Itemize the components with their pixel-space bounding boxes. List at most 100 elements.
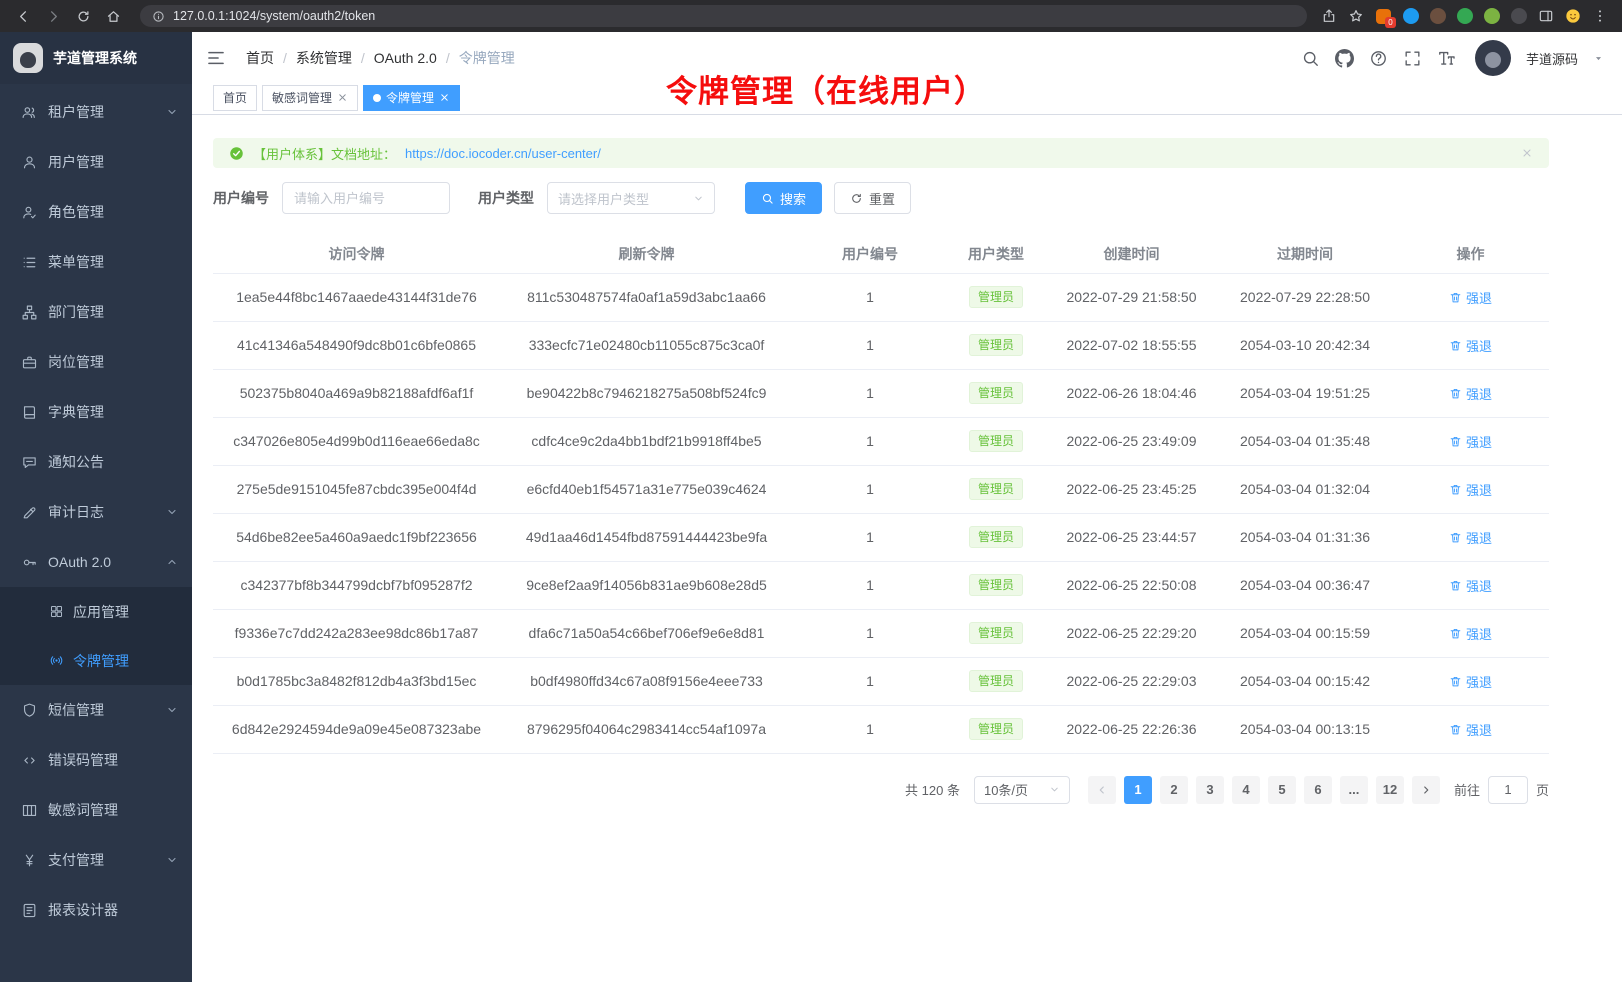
breadcrumb-item[interactable]: 首页 [246, 48, 274, 68]
pager-page-1[interactable]: 1 [1124, 776, 1152, 804]
org-tree-icon [21, 304, 38, 321]
user-id-value: 1 [866, 673, 874, 689]
trash-icon [1449, 627, 1462, 640]
force-logout-button[interactable]: 强退 [1449, 720, 1492, 739]
sidebar-item-post[interactable]: 岗位管理 [0, 337, 192, 387]
sidebar-item-app[interactable]: 应用管理 [0, 587, 192, 636]
extension-icon[interactable]: 0 [1375, 8, 1392, 25]
pager-prev-button[interactable] [1088, 776, 1116, 804]
chevron-down-icon [166, 704, 178, 716]
sidebar-item-pay[interactable]: 支付管理 [0, 835, 192, 885]
force-logout-button[interactable]: 强退 [1449, 288, 1492, 307]
pager-page-2[interactable]: 2 [1160, 776, 1188, 804]
sidebar-item-errcode[interactable]: 错误码管理 [0, 735, 192, 785]
force-logout-button[interactable]: 强退 [1449, 480, 1492, 499]
sidebar-item-menu[interactable]: 菜单管理 [0, 237, 192, 287]
sidebar-item-role[interactable]: 角色管理 [0, 187, 192, 237]
sidebar: 芋道管理系统 租户管理用户管理角色管理菜单管理部门管理岗位管理字典管理通知公告审… [0, 32, 192, 982]
sidebar-fold-icon[interactable] [206, 48, 226, 68]
user-id-value: 1 [866, 337, 874, 353]
force-logout-button[interactable]: 强退 [1449, 432, 1492, 451]
search-button[interactable]: 搜索 [745, 182, 822, 214]
pager-next-button[interactable] [1412, 776, 1440, 804]
table-header-row: 访问令牌 刷新令牌 用户编号 用户类型 创建时间 过期时间 操作 [213, 236, 1549, 273]
force-logout-button[interactable]: 强退 [1449, 672, 1492, 691]
doc-link[interactable]: https://doc.iocoder.cn/user-center/ [405, 146, 601, 161]
browser-forward-button[interactable] [40, 4, 66, 28]
col-refresh-token: 刷新令牌 [500, 236, 793, 273]
chevron-down-icon[interactable] [1593, 53, 1604, 64]
breadcrumb-item[interactable]: 系统管理 [296, 48, 352, 68]
side-panel-icon[interactable] [1538, 8, 1554, 24]
sidebar-item-user[interactable]: 用户管理 [0, 137, 192, 187]
alert-close-icon[interactable] [1521, 147, 1533, 159]
force-logout-button[interactable]: 强退 [1449, 336, 1492, 355]
sidebar-item-sensitive[interactable]: 敏感词管理 [0, 785, 192, 835]
briefcase-icon [21, 354, 38, 371]
share-icon[interactable] [1321, 8, 1337, 24]
app-logo-row[interactable]: 芋道管理系统 [0, 32, 192, 84]
create-time-value: 2022-06-25 22:26:36 [1067, 721, 1197, 737]
browser-menu-icon[interactable] [1592, 8, 1608, 24]
bookmark-star-icon[interactable] [1348, 8, 1364, 24]
sidebar-item-oauth2[interactable]: OAuth 2.0 [0, 537, 192, 587]
extension-icon[interactable] [1511, 8, 1527, 24]
sidebar-item-report[interactable]: 报表设计器 [0, 885, 192, 935]
tab-sensitive-word[interactable]: 敏感词管理 [262, 85, 358, 111]
pager-page-4[interactable]: 4 [1232, 776, 1260, 804]
tab-home[interactable]: 首页 [213, 85, 257, 111]
sidebar-item-sms[interactable]: 短信管理 [0, 685, 192, 735]
page-size-select[interactable]: 10条/页 [974, 776, 1070, 804]
address-bar[interactable]: 127.0.0.1:1024/system/oauth2/token [140, 5, 1307, 27]
tab-close-icon[interactable] [337, 92, 348, 103]
tab-token[interactable]: 令牌管理 [363, 85, 460, 111]
sidebar-item-dept[interactable]: 部门管理 [0, 287, 192, 337]
refresh-token-value: 49d1aa46d1454fbd87591444423be9fa [526, 529, 767, 545]
browser-home-button[interactable] [100, 4, 126, 28]
sidebar-item-dict[interactable]: 字典管理 [0, 387, 192, 437]
browser-back-button[interactable] [10, 4, 36, 28]
font-size-icon[interactable] [1437, 49, 1456, 68]
sidebar-item-audit[interactable]: 审计日志 [0, 487, 192, 537]
help-icon[interactable] [1369, 49, 1388, 68]
force-logout-button[interactable]: 强退 [1449, 576, 1492, 595]
search-icon[interactable] [1301, 49, 1320, 68]
extension-icon[interactable] [1430, 8, 1446, 24]
table-row: 6d842e2924594de9a09e45e087323abe 8796295… [213, 705, 1549, 753]
browser-profile-avatar[interactable] [1565, 8, 1581, 24]
reload-icon [76, 9, 91, 24]
sidebar-item-notice[interactable]: 通知公告 [0, 437, 192, 487]
create-time-value: 2022-06-25 22:50:08 [1067, 577, 1197, 593]
key-icon [21, 554, 38, 571]
force-logout-button[interactable]: 强退 [1449, 528, 1492, 547]
tab-close-icon[interactable] [439, 92, 450, 103]
fullscreen-icon[interactable] [1403, 49, 1422, 68]
sidebar-item-token[interactable]: 令牌管理 [0, 636, 192, 685]
pager-page-6[interactable]: 6 [1304, 776, 1332, 804]
table-row: 502375b8040a469a9b82188afdf6af1f be90422… [213, 369, 1549, 417]
reset-button[interactable]: 重置 [834, 182, 911, 214]
pager-page-5[interactable]: 5 [1268, 776, 1296, 804]
force-logout-button[interactable]: 强退 [1449, 624, 1492, 643]
browser-reload-button[interactable] [70, 4, 96, 28]
refresh-token-value: b0df4980ffd34c67a08f9156e4eee733 [530, 673, 763, 689]
sidebar-item-tenant[interactable]: 租户管理 [0, 87, 192, 137]
trash-icon [1449, 339, 1462, 352]
refresh-token-value: 333ecfc71e02480cb11055c875c3ca0f [529, 337, 765, 353]
pager-page-12[interactable]: 12 [1376, 776, 1404, 804]
goto-label: 前往 [1454, 780, 1480, 799]
extension-icon[interactable] [1457, 8, 1473, 24]
force-logout-button[interactable]: 强退 [1449, 384, 1492, 403]
pager-ellipsis[interactable]: ... [1340, 776, 1368, 804]
goto-page-input[interactable] [1488, 776, 1528, 804]
pager-page-3[interactable]: 3 [1196, 776, 1224, 804]
user-id-input[interactable] [282, 182, 450, 214]
user-name[interactable]: 芋道源码 [1526, 49, 1578, 68]
user-type-select[interactable]: 请选择用户类型 [547, 182, 715, 214]
extension-icon[interactable] [1484, 8, 1500, 24]
breadcrumb-item[interactable]: OAuth 2.0 [374, 50, 437, 66]
grid-icon [49, 604, 64, 619]
user-avatar[interactable] [1475, 40, 1511, 76]
github-icon[interactable] [1335, 49, 1354, 68]
extension-icon[interactable] [1403, 8, 1419, 24]
